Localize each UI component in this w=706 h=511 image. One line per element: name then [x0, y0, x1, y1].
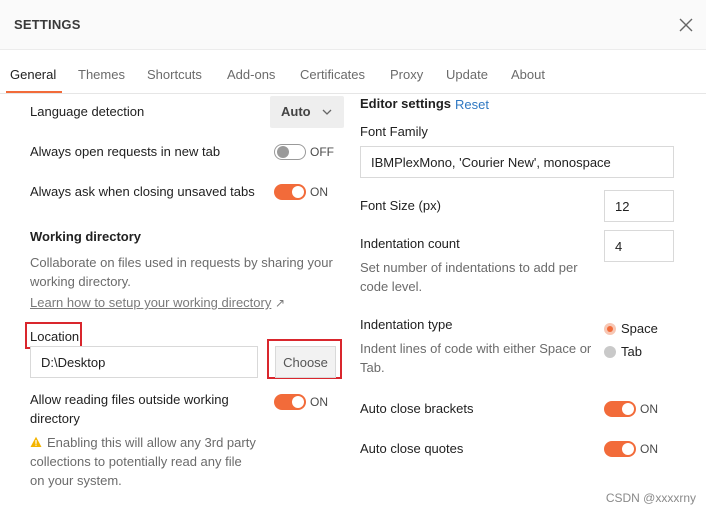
warning-icon	[30, 436, 42, 447]
tab-shortcuts[interactable]: Shortcuts	[147, 67, 202, 82]
indentation-count-desc-line2: code level.	[360, 279, 423, 294]
location-label: Location	[30, 329, 80, 344]
editor-settings-heading: Editor settings	[360, 96, 452, 111]
allow-outside-label-line2: directory	[30, 411, 80, 426]
working-directory-desc-line2: working directory.	[30, 274, 131, 289]
indentation-type-desc-line1: Indent lines of code with either Space o…	[360, 341, 592, 356]
language-detection-select[interactable]: Auto	[270, 96, 344, 128]
settings-tabs: General Themes Shortcuts Add-ons Certifi…	[0, 50, 706, 94]
learn-working-directory-link[interactable]: Learn how to setup your working director…	[30, 295, 285, 310]
auto-close-quotes-toggle[interactable]	[604, 441, 636, 457]
font-size-input[interactable]: 12	[604, 190, 674, 222]
settings-title: SETTINGS	[14, 17, 81, 32]
font-family-value: IBMPlexMono, 'Courier New', monospace	[371, 154, 611, 170]
tab-update[interactable]: Update	[446, 67, 488, 82]
indentation-count-desc-line1: Set number of indentations to add per	[360, 260, 578, 275]
toggle-knob	[292, 186, 304, 198]
indentation-type-desc-line2: Tab.	[360, 360, 385, 375]
tab-certificates[interactable]: Certificates	[300, 67, 365, 82]
ask-close-unsaved-state: ON	[310, 185, 328, 199]
watermark: CSDN @xxxxrny	[605, 491, 696, 505]
active-tab-indicator	[6, 91, 62, 93]
toggle-knob	[277, 146, 289, 158]
font-family-input[interactable]: IBMPlexMono, 'Courier New', monospace	[360, 146, 674, 178]
font-family-label: Font Family	[360, 124, 428, 139]
toggle-knob	[292, 396, 304, 408]
indentation-type-label: Indentation type	[360, 317, 453, 332]
font-size-label: Font Size (px)	[360, 198, 441, 213]
auto-close-brackets-label: Auto close brackets	[360, 401, 474, 416]
tab-proxy[interactable]: Proxy	[390, 67, 423, 82]
indent-space-label: Space	[621, 321, 658, 336]
font-size-value: 12	[615, 198, 630, 214]
tab-about[interactable]: About	[511, 67, 545, 82]
indent-space-radio[interactable]	[604, 323, 616, 335]
tab-add-ons[interactable]: Add-ons	[227, 67, 275, 82]
indent-tab-radio[interactable]	[604, 346, 616, 358]
language-detection-label: Language detection	[30, 104, 145, 119]
warning-line3: on your system.	[30, 473, 122, 488]
open-new-tab-state: OFF	[310, 145, 334, 159]
location-input[interactable]: D:\Desktop	[30, 346, 258, 378]
learn-link-text: Learn how to setup your working director…	[30, 295, 272, 310]
warning-line1: Enabling this will allow any 3rd party	[47, 435, 256, 450]
auto-close-quotes-label: Auto close quotes	[360, 441, 464, 456]
allow-outside-state: ON	[310, 395, 328, 409]
ask-close-unsaved-toggle[interactable]	[274, 184, 306, 200]
close-icon[interactable]	[674, 13, 698, 37]
indent-tab-label: Tab	[621, 344, 642, 359]
choose-button[interactable]: Choose	[275, 346, 336, 378]
open-new-tab-label: Always open requests in new tab	[30, 144, 221, 159]
working-directory-desc-line1: Collaborate on files used in requests by…	[30, 255, 333, 270]
allow-outside-toggle[interactable]	[274, 394, 306, 410]
tab-general[interactable]: General	[10, 67, 56, 82]
ask-close-unsaved-label: Always ask when closing unsaved tabs	[30, 184, 255, 199]
external-link-icon: ↗	[274, 296, 286, 310]
warning-line2: collections to potentially read any file	[30, 454, 242, 469]
reset-link[interactable]: Reset	[455, 97, 489, 112]
choose-button-label: Choose	[283, 354, 328, 370]
indentation-count-label: Indentation count	[360, 236, 460, 251]
open-new-tab-toggle[interactable]	[274, 144, 306, 160]
allow-outside-label-line1: Allow reading files outside working	[30, 392, 229, 407]
auto-close-brackets-toggle[interactable]	[604, 401, 636, 417]
settings-header: SETTINGS	[0, 0, 706, 50]
location-value: D:\Desktop	[41, 354, 106, 370]
auto-close-quotes-state: ON	[640, 442, 658, 456]
indentation-count-value: 4	[615, 238, 623, 254]
working-directory-heading: Working directory	[30, 229, 142, 244]
tab-themes[interactable]: Themes	[78, 67, 125, 82]
indentation-count-input[interactable]: 4	[604, 230, 674, 262]
toggle-knob	[622, 403, 634, 415]
toggle-knob	[622, 443, 634, 455]
auto-close-brackets-state: ON	[640, 402, 658, 416]
chevron-down-icon	[322, 109, 332, 115]
language-detection-value: Auto	[281, 104, 311, 119]
